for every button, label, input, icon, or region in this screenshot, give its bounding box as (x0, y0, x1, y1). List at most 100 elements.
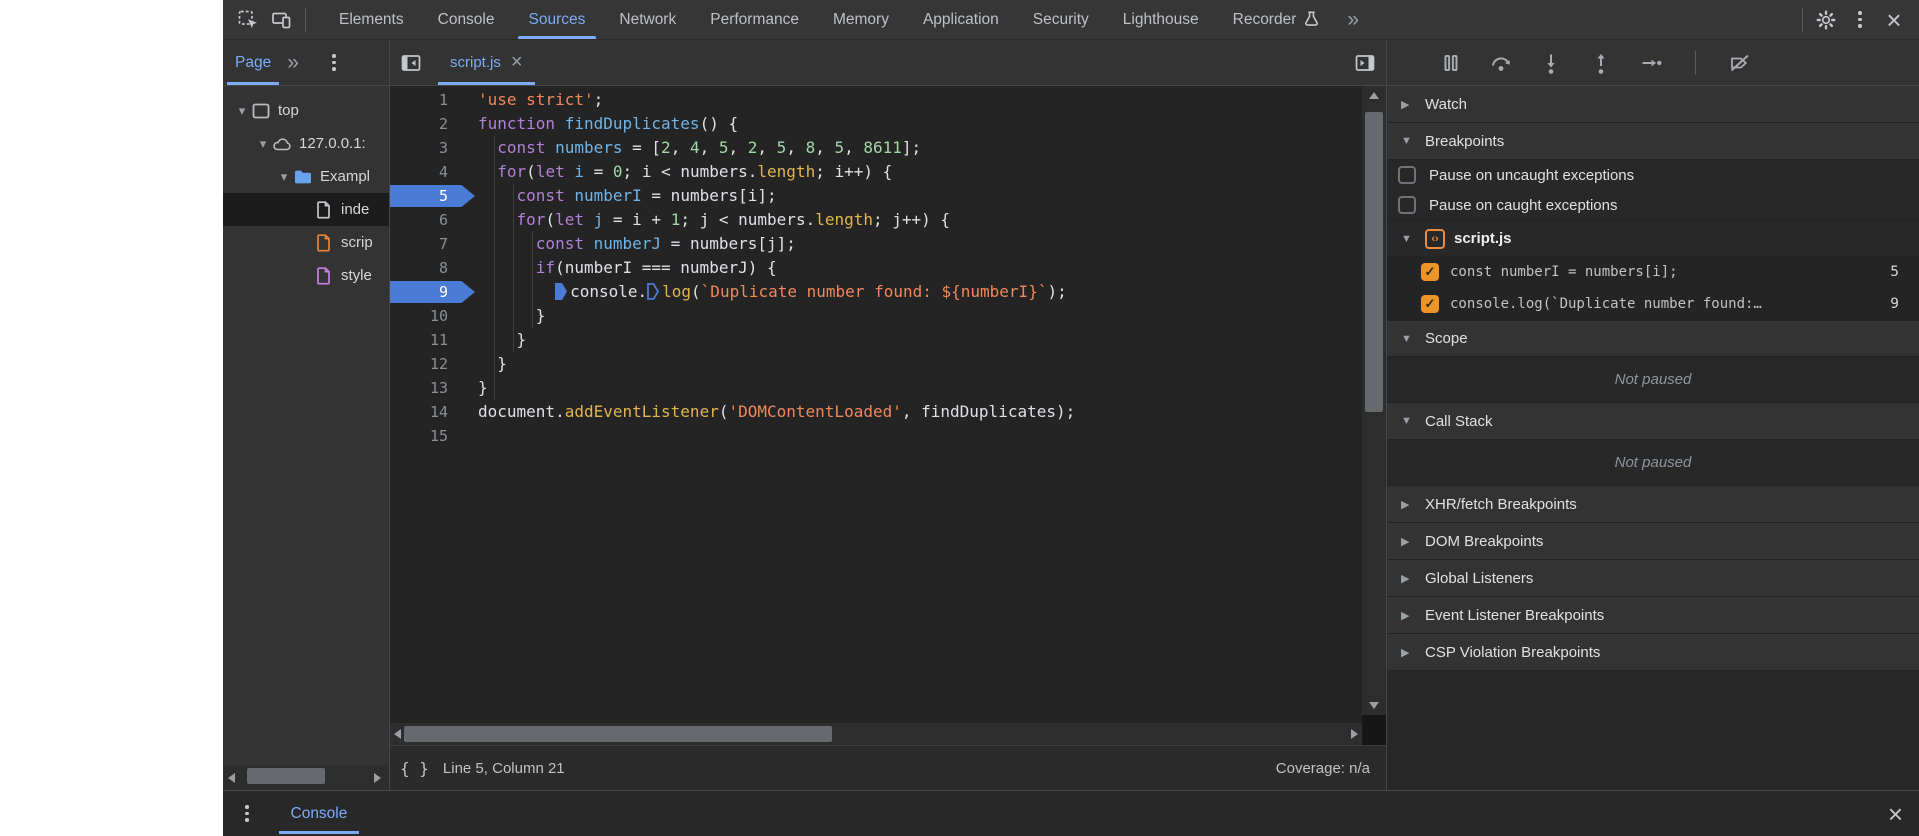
settings-gear-icon[interactable] (1809, 5, 1843, 35)
gutter[interactable]: 13 (390, 376, 478, 400)
gutter[interactable]: 7 (390, 232, 478, 256)
section-watch[interactable]: ▶ Watch (1387, 86, 1919, 123)
expander-arrow-icon[interactable]: ▾ (233, 103, 251, 119)
device-toolbar-icon[interactable] (265, 5, 299, 35)
close-drawer-icon[interactable]: × (1888, 801, 1903, 827)
more-options-icon[interactable] (1843, 5, 1877, 35)
code-line[interactable]: 14document.addEventListener('DOMContentL… (390, 400, 1362, 424)
section-breakpoints[interactable]: ▼ Breakpoints (1387, 123, 1919, 160)
close-devtools-icon[interactable]: × (1877, 5, 1911, 35)
panel-tab-memory[interactable]: Memory (816, 0, 906, 39)
breakpoint-gutter[interactable]: 5 (390, 184, 478, 208)
panel-tab-recorder[interactable]: Recorder (1216, 0, 1338, 39)
editor-horizontal-scrollbar[interactable] (390, 723, 1362, 745)
code-editor[interactable]: 1'use strict';2function findDuplicates()… (390, 86, 1362, 723)
step-over-icon[interactable] (1489, 51, 1513, 75)
code-line[interactable]: 9 console.log(`Duplicate number found: $… (390, 280, 1362, 304)
code-line[interactable]: 12 } (390, 352, 1362, 376)
gutter[interactable]: 12 (390, 352, 478, 376)
panel-tab-lighthouse[interactable]: Lighthouse (1106, 0, 1216, 39)
close-tab-icon[interactable]: × (511, 51, 523, 74)
pause-on-caught-checkbox[interactable] (1398, 196, 1416, 214)
gutter[interactable]: 10 (390, 304, 478, 328)
code-line[interactable]: 11 } (390, 328, 1362, 352)
pause-script-icon[interactable] (1439, 51, 1463, 75)
gutter[interactable]: 4 (390, 160, 478, 184)
inline-breakpoint-outline-icon[interactable] (647, 282, 662, 301)
navigator-more-tabs-chevron-icon[interactable]: » (283, 51, 303, 75)
line-number: 1 (439, 88, 448, 112)
section-scope[interactable]: ▼ Scope (1387, 320, 1919, 357)
tree-item-scrip[interactable]: scrip (223, 226, 389, 259)
panel-tab-console[interactable]: Console (421, 0, 512, 39)
expander-arrow-icon[interactable]: ▾ (254, 136, 272, 152)
gutter[interactable]: 11 (390, 328, 478, 352)
breakpoint-marker[interactable] (390, 281, 475, 303)
code-line[interactable]: 15 (390, 424, 1362, 448)
tree-item-127001[interactable]: ▾127.0.0.1: (223, 127, 389, 160)
section-csp-violation-breakpoints[interactable]: ▶CSP Violation Breakpoints (1387, 634, 1919, 671)
section-dom-breakpoints[interactable]: ▶DOM Breakpoints (1387, 523, 1919, 560)
gutter[interactable]: 3 (390, 136, 478, 160)
breakpoint-checkbox[interactable] (1421, 295, 1439, 313)
toggle-navigator-panel-icon[interactable] (394, 48, 428, 78)
inspect-element-icon[interactable] (231, 5, 265, 35)
breakpoint-checkbox[interactable] (1421, 263, 1439, 281)
breakpoint-marker[interactable] (390, 185, 475, 207)
gutter[interactable]: 2 (390, 112, 478, 136)
gutter[interactable]: 6 (390, 208, 478, 232)
tree-item-inde[interactable]: inde (223, 193, 389, 226)
section-global-listeners[interactable]: ▶Global Listeners (1387, 560, 1919, 597)
step-out-icon[interactable] (1589, 51, 1613, 75)
drawer-tab-console[interactable]: Console (277, 791, 362, 836)
panel-tab-security[interactable]: Security (1016, 0, 1106, 39)
code-line[interactable]: 6 for(let j = i + 1; j < numbers.length;… (390, 208, 1362, 232)
gutter[interactable]: 1 (390, 88, 478, 112)
navigator-more-options-icon[interactable] (317, 48, 351, 78)
editor-tab-scriptjs[interactable]: script.js × (436, 40, 537, 85)
code-line[interactable]: 5 const numberI = numbers[i]; (390, 184, 1362, 208)
inline-breakpoint-filled-icon[interactable] (555, 282, 570, 301)
panel-tab-sources[interactable]: Sources (512, 0, 603, 39)
editor-vertical-scrollbar[interactable] (1362, 86, 1386, 715)
more-tabs-chevron-icon[interactable]: » (1337, 8, 1369, 32)
section-call-stack[interactable]: ▼ Call Stack (1387, 403, 1919, 440)
panel-tab-application[interactable]: Application (906, 0, 1016, 39)
breakpoint-entry[interactable]: console.log(`Duplicate number found:… 9 (1387, 288, 1919, 320)
code-line[interactable]: 8 if(numberI === numberJ) { (390, 256, 1362, 280)
code-line[interactable]: 1'use strict'; (390, 88, 1362, 112)
drawer-more-options-icon[interactable] (245, 805, 249, 822)
pretty-print-icon[interactable]: { } (400, 759, 429, 778)
breakpoint-entry[interactable]: const numberI = numbers[i]; 5 (1387, 256, 1919, 288)
toggle-debugger-panel-icon[interactable] (1348, 48, 1382, 78)
code-line[interactable]: 10 } (390, 304, 1362, 328)
navigator-horizontal-scrollbar[interactable] (223, 765, 390, 790)
code-line[interactable]: 13} (390, 376, 1362, 400)
deactivate-breakpoints-icon[interactable] (1728, 51, 1752, 75)
code-line[interactable]: 2function findDuplicates() { (390, 112, 1362, 136)
tree-item-style[interactable]: style (223, 259, 389, 292)
pause-on-uncaught-row[interactable]: Pause on uncaught exceptions (1387, 160, 1919, 190)
step-into-icon[interactable] (1539, 51, 1563, 75)
breakpoint-gutter[interactable]: 9 (390, 280, 478, 304)
step-icon[interactable] (1639, 51, 1663, 75)
section-event-listener-breakpoints[interactable]: ▶Event Listener Breakpoints (1387, 597, 1919, 634)
panel-tab-elements[interactable]: Elements (322, 0, 421, 39)
gutter[interactable]: 8 (390, 256, 478, 280)
tree-item-top[interactable]: ▾top (223, 94, 389, 127)
gutter[interactable]: 15 (390, 424, 478, 448)
section-xhr-fetch-breakpoints[interactable]: ▶XHR/fetch Breakpoints (1387, 486, 1919, 523)
code-line[interactable]: 4 for(let i = 0; i < numbers.length; i++… (390, 160, 1362, 184)
breakpoint-file-group[interactable]: ▼ ‹› script.js (1387, 220, 1919, 256)
code-line[interactable]: 3 const numbers = [2, 4, 5, 2, 5, 8, 5, … (390, 136, 1362, 160)
panel-tab-network[interactable]: Network (602, 0, 693, 39)
panel-tab-performance[interactable]: Performance (693, 0, 816, 39)
code-line[interactable]: 7 const numberJ = numbers[j]; (390, 232, 1362, 256)
pause-on-caught-row[interactable]: Pause on caught exceptions (1387, 190, 1919, 220)
gutter[interactable]: 14 (390, 400, 478, 424)
tree-item-exampl[interactable]: ▾Exampl (223, 160, 389, 193)
code-text: } (478, 376, 488, 400)
pause-on-uncaught-checkbox[interactable] (1398, 166, 1416, 184)
expander-arrow-icon[interactable]: ▾ (275, 169, 293, 185)
navigator-tab-page[interactable]: Page (223, 40, 283, 85)
